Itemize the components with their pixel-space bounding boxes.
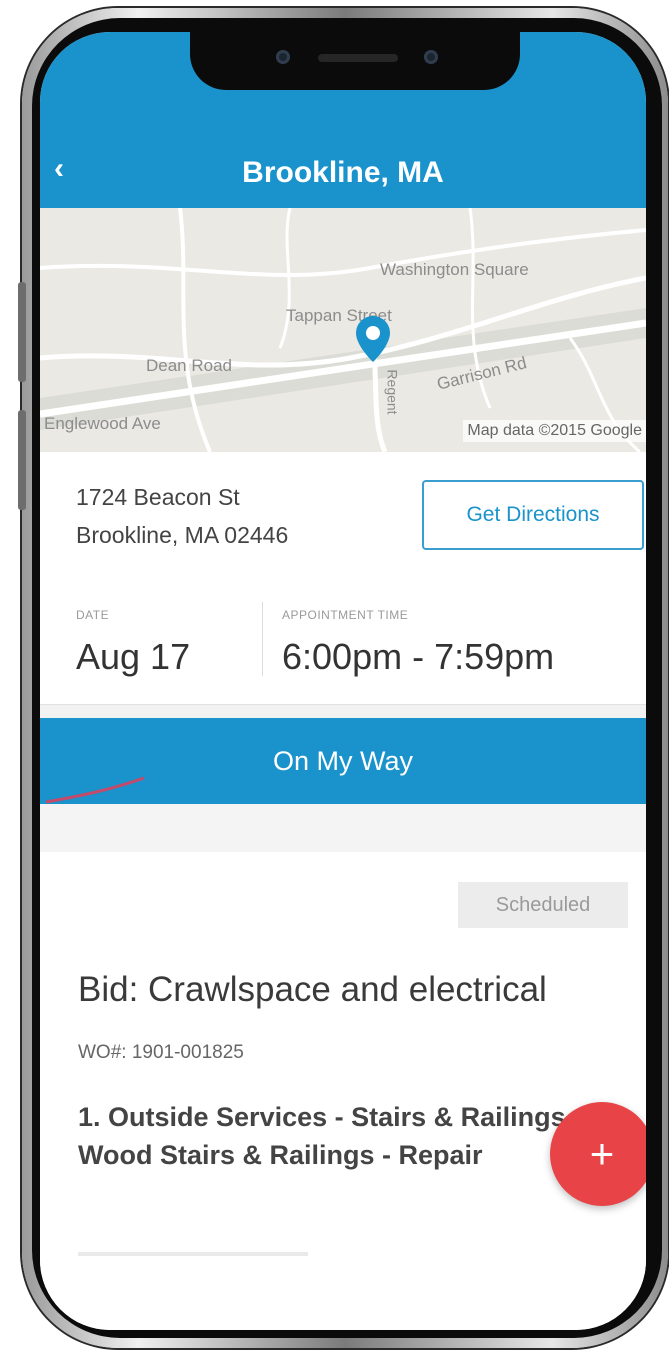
front-camera-icon	[276, 50, 290, 64]
status-badge: Scheduled	[458, 882, 628, 928]
appointment-section: DATE Aug 17 APPOINTMENT TIME 6:00pm - 7:…	[40, 574, 646, 705]
work-order-title: Bid: Crawlspace and electrical	[78, 970, 547, 1009]
work-order-card[interactable]: Scheduled Bid: Crawlspace and electrical…	[40, 852, 646, 1330]
date-value: Aug 17	[76, 636, 191, 677]
map-label-englewood: Englewood Ave	[44, 414, 161, 433]
location-map[interactable]: Washington Square Tappan Street Dean Roa…	[40, 208, 646, 452]
volume-up-button	[18, 282, 26, 382]
work-order-number: WO#: 1901-001825	[78, 1042, 244, 1063]
page-title: Brookline, MA	[242, 156, 444, 189]
get-directions-button[interactable]: Get Directions	[422, 480, 644, 550]
speaker-grille	[318, 54, 398, 62]
section-divider	[40, 804, 646, 853]
phone-notch	[190, 32, 520, 90]
map-credit: Map data ©2015 Google	[463, 420, 646, 442]
map-label-washington: Washington Square	[380, 260, 529, 279]
volume-down-button	[18, 410, 26, 510]
add-fab-button[interactable]: +	[550, 1102, 646, 1206]
address-city: Brookline, MA 02446	[76, 522, 289, 548]
placeholder-line	[78, 1252, 308, 1256]
sensor-icon	[424, 50, 438, 64]
time-value: 6:00pm - 7:59pm	[282, 636, 555, 677]
divider	[262, 602, 263, 676]
address-section: 1724 Beacon St Brookline, MA 02446 Get D…	[40, 452, 646, 575]
time-label: APPOINTMENT TIME	[282, 608, 409, 622]
map-pin-icon	[356, 316, 390, 362]
map-label-dean: Dean Road	[146, 356, 233, 375]
map-label-regent: Regent	[384, 369, 401, 415]
app-screen: ‹ Brookline, MA Washington Square Tappan…	[40, 32, 646, 1330]
address-street: 1724 Beacon St	[76, 484, 240, 510]
service-line-item: 1. Outside Services - Stairs & Railings …	[78, 1102, 583, 1170]
date-label: DATE	[76, 608, 110, 622]
plus-icon: +	[589, 1130, 615, 1177]
annotation-stroke	[45, 776, 145, 804]
